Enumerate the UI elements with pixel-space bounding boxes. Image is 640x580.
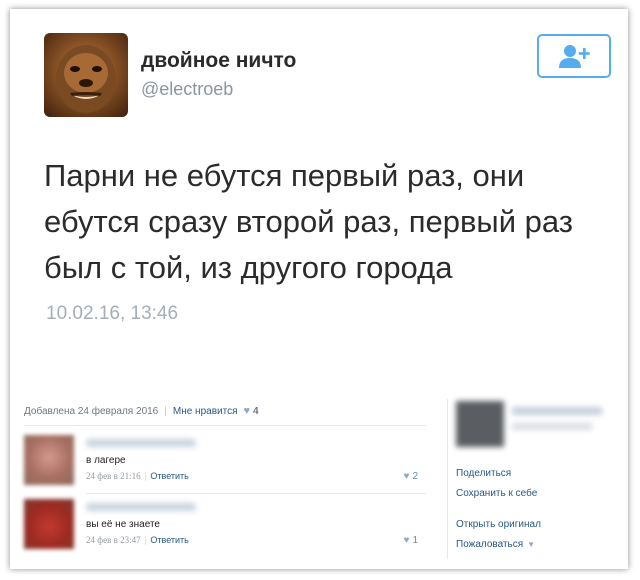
report-label: Пожаловаться	[456, 539, 524, 550]
tweet-text: Парни не ебутся первый раз, они ебутся с…	[44, 158, 573, 285]
separator: |	[144, 471, 147, 481]
comment-item: вы её не знаете 24 фев в 23:47 | Ответить …	[24, 499, 424, 561]
owner-meta-blurred	[512, 423, 592, 430]
commenter-avatar[interactable]	[24, 499, 74, 549]
comment-like-button[interactable]: ♥ 2	[404, 471, 419, 482]
chewbacca-avatar-icon	[56, 45, 116, 113]
comment-date[interactable]: 24 фев в 21:16	[86, 471, 141, 481]
comment-meta: 24 фев в 21:16 | Ответить	[86, 471, 189, 481]
separator: |	[164, 405, 167, 417]
share-link[interactable]: Поделиться	[456, 468, 511, 479]
chevron-down-icon: ▼	[527, 540, 536, 549]
commenter-name-blurred[interactable]	[86, 503, 196, 511]
comment-likes-count: 2	[412, 471, 418, 482]
user-handle[interactable]: @electroeb	[141, 79, 233, 100]
profile-avatar[interactable]	[44, 33, 128, 117]
save-link[interactable]: Сохранить к себе	[456, 488, 537, 499]
likes-count: 4	[253, 405, 259, 417]
added-date: Добавлена 24 февраля 2016	[24, 405, 159, 417]
heart-icon: ♥	[403, 535, 410, 546]
heart-icon: ♥	[243, 405, 251, 417]
separator: |	[144, 535, 147, 545]
sidebar-divider	[447, 399, 448, 559]
commenter-avatar[interactable]	[24, 435, 74, 485]
open-original-link[interactable]: Открыть оригинал	[456, 519, 541, 530]
reply-button[interactable]: Ответить	[150, 535, 188, 545]
add-user-icon	[559, 45, 590, 68]
like-button[interactable]: Мне нравится	[173, 406, 238, 417]
report-link[interactable]: Пожаловаться ▼	[456, 539, 535, 550]
follow-button[interactable]	[537, 34, 611, 78]
comment-item: в лагере 24 фев в 21:16 | Ответить ♥ 2	[24, 435, 424, 497]
comment-text: в лагере	[86, 455, 126, 466]
owner-name-blurred[interactable]	[512, 407, 602, 415]
comment-date[interactable]: 24 фев в 23:47	[86, 535, 141, 545]
display-name[interactable]: двойное ничто	[141, 49, 296, 73]
heart-icon: ♥	[403, 471, 410, 482]
tweet-timestamp[interactable]: 10.02.16, 13:46	[46, 303, 178, 325]
comment-meta: 24 фев в 23:47 | Ответить	[86, 535, 189, 545]
divider	[86, 493, 426, 494]
comment-like-button[interactable]: ♥ 1	[404, 535, 419, 546]
screenshot-frame: двойное ничто @electroeb Парни не ебутся…	[10, 9, 628, 569]
post-meta-row: Добавлена 24 февраля 2016 | Мне нравится…	[24, 405, 424, 417]
comment-text: вы её не знаете	[86, 519, 160, 530]
commenter-name-blurred[interactable]	[86, 439, 196, 447]
divider	[24, 425, 426, 426]
reply-button[interactable]: Ответить	[150, 471, 188, 481]
comment-likes-count: 1	[412, 535, 418, 546]
owner-avatar-blurred[interactable]	[456, 401, 504, 447]
